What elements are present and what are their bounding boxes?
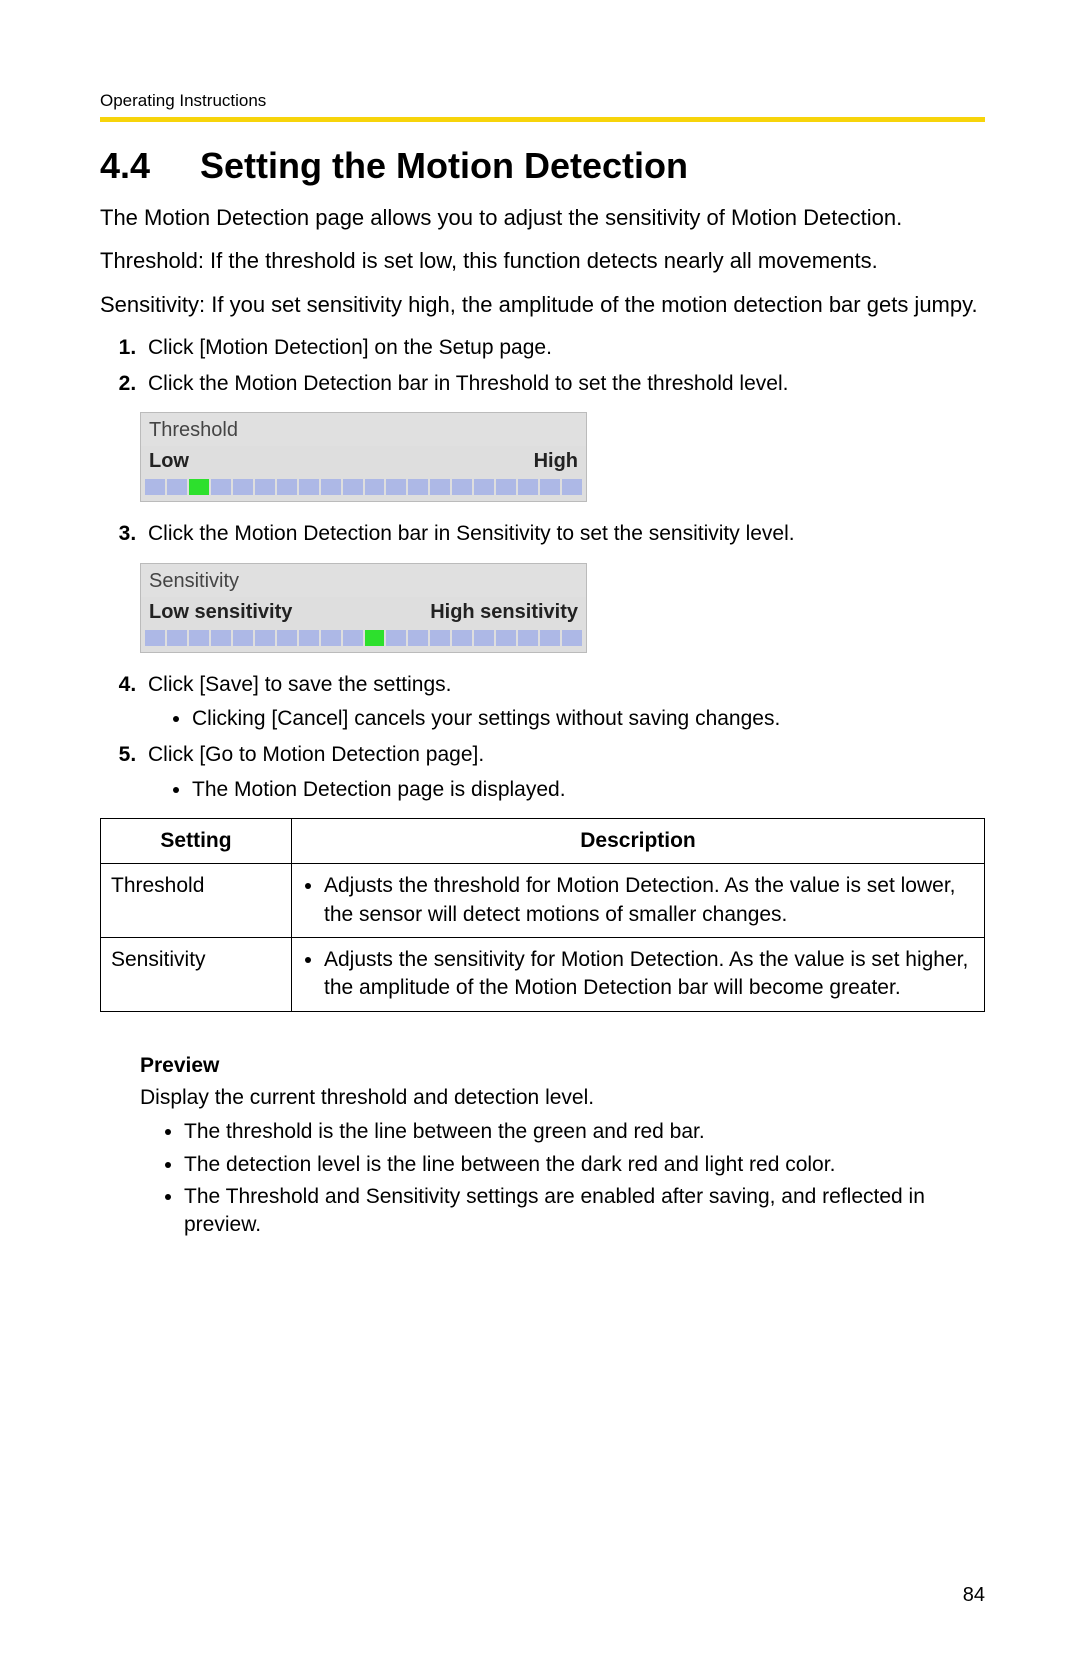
cell-setting-0: Threshold xyxy=(101,864,292,938)
cell-setting-1: Sensitivity xyxy=(101,938,292,1012)
bar-segment[interactable] xyxy=(408,479,428,495)
bar-segment[interactable] xyxy=(496,479,516,495)
bar-segment[interactable] xyxy=(496,630,516,646)
th-description: Description xyxy=(292,819,985,864)
sensitivity-high-label: High sensitivity xyxy=(430,599,578,626)
section-heading: 4.4 Setting the Motion Detection xyxy=(100,142,985,191)
steps-list: Click [Motion Detection] on the Setup pa… xyxy=(100,334,985,399)
running-header: Operating Instructions xyxy=(100,90,985,113)
bar-segment[interactable] xyxy=(452,479,472,495)
bar-segment[interactable] xyxy=(343,630,363,646)
preview-heading: Preview xyxy=(140,1052,985,1080)
step-4: Click [Save] to save the settings. Click… xyxy=(142,671,985,734)
header-rule xyxy=(100,117,985,122)
bar-segment[interactable] xyxy=(540,479,560,495)
bar-segment[interactable] xyxy=(211,479,231,495)
bar-segment[interactable] xyxy=(321,479,341,495)
step-2: Click the Motion Detection bar in Thresh… xyxy=(142,370,985,398)
step-4-text: Click [Save] to save the settings. xyxy=(148,673,451,696)
cell-desc-1-text: Adjusts the sensitivity for Motion Detec… xyxy=(324,946,974,1003)
bar-segment[interactable] xyxy=(167,630,187,646)
intro-line-2: Threshold: If the threshold is set low, … xyxy=(100,246,985,276)
bar-segment[interactable] xyxy=(167,479,187,495)
cell-desc-0: Adjusts the threshold for Motion Detecti… xyxy=(292,864,985,938)
bar-segment[interactable] xyxy=(277,479,297,495)
th-setting: Setting xyxy=(101,819,292,864)
step-5: Click [Go to Motion Detection page]. The… xyxy=(142,741,985,804)
bar-segment[interactable] xyxy=(343,479,363,495)
step-4-sublist: Clicking [Cancel] cancels your settings … xyxy=(148,705,985,733)
step-5-sub: The Motion Detection page is displayed. xyxy=(192,776,985,804)
table-row: Threshold Adjusts the threshold for Moti… xyxy=(101,864,985,938)
steps-list-cont-3: Click the Motion Detection bar in Sensit… xyxy=(100,520,985,548)
bar-segment[interactable] xyxy=(233,479,253,495)
bar-segment[interactable] xyxy=(299,630,319,646)
bar-segment[interactable] xyxy=(255,630,275,646)
cell-desc-0-text: Adjusts the threshold for Motion Detecti… xyxy=(324,872,974,929)
bar-segment[interactable] xyxy=(145,479,165,495)
bar-segment[interactable] xyxy=(562,479,582,495)
bar-segment[interactable] xyxy=(430,479,450,495)
bar-segment[interactable] xyxy=(299,479,319,495)
bar-segment[interactable] xyxy=(365,630,385,646)
step-5-text: Click [Go to Motion Detection page]. xyxy=(148,743,484,766)
step-1: Click [Motion Detection] on the Setup pa… xyxy=(142,334,985,362)
bar-segment[interactable] xyxy=(540,630,560,646)
bar-segment[interactable] xyxy=(321,630,341,646)
sensitivity-bar[interactable] xyxy=(141,630,586,652)
bar-segment[interactable] xyxy=(211,630,231,646)
document-page: Operating Instructions 4.4 Setting the M… xyxy=(0,0,1080,1669)
cell-desc-1: Adjusts the sensitivity for Motion Detec… xyxy=(292,938,985,1012)
bar-segment[interactable] xyxy=(189,630,209,646)
bar-segment[interactable] xyxy=(233,630,253,646)
bar-segment[interactable] xyxy=(518,479,538,495)
table-row: Sensitivity Adjusts the sensitivity for … xyxy=(101,938,985,1012)
sensitivity-widget-title: Sensitivity xyxy=(141,564,586,597)
settings-table: Setting Description Threshold Adjusts th… xyxy=(100,818,985,1012)
sensitivity-widget: Sensitivity Low sensitivity High sensiti… xyxy=(140,563,587,653)
bar-segment[interactable] xyxy=(255,479,275,495)
bar-segment[interactable] xyxy=(430,630,450,646)
bar-segment[interactable] xyxy=(277,630,297,646)
section-number: 4.4 xyxy=(100,142,190,191)
threshold-widget-title: Threshold xyxy=(141,413,586,446)
step-3: Click the Motion Detection bar in Sensit… xyxy=(142,520,985,548)
bar-segment[interactable] xyxy=(386,630,406,646)
bar-segment[interactable] xyxy=(562,630,582,646)
bar-segment[interactable] xyxy=(452,630,472,646)
bar-segment[interactable] xyxy=(189,479,209,495)
preview-bullets: The threshold is the line between the gr… xyxy=(140,1118,985,1239)
step-5-sublist: The Motion Detection page is displayed. xyxy=(148,776,985,804)
step-2-text: Click the Motion Detection bar in Thresh… xyxy=(148,372,788,395)
preview-bullet-0: The threshold is the line between the gr… xyxy=(184,1118,985,1146)
steps-list-cont-4: Click [Save] to save the settings. Click… xyxy=(100,671,985,804)
bar-segment[interactable] xyxy=(365,479,385,495)
section-title-text: Setting the Motion Detection xyxy=(200,145,688,186)
bar-segment[interactable] xyxy=(474,630,494,646)
bar-segment[interactable] xyxy=(386,479,406,495)
sensitivity-widget-labels: Low sensitivity High sensitivity xyxy=(141,597,586,630)
sensitivity-low-label: Low sensitivity xyxy=(149,599,292,626)
threshold-bar[interactable] xyxy=(141,479,586,501)
bar-segment[interactable] xyxy=(145,630,165,646)
bar-segment[interactable] xyxy=(474,479,494,495)
threshold-widget: Threshold Low High xyxy=(140,412,587,502)
threshold-low-label: Low xyxy=(149,448,189,475)
bar-segment[interactable] xyxy=(408,630,428,646)
bar-segment[interactable] xyxy=(518,630,538,646)
preview-bullet-2: The Threshold and Sensitivity settings a… xyxy=(184,1183,985,1240)
preview-text: Display the current threshold and detect… xyxy=(140,1084,985,1112)
threshold-widget-labels: Low High xyxy=(141,446,586,479)
intro-line-3: Sensitivity: If you set sensitivity high… xyxy=(100,290,985,320)
step-4-sub: Clicking [Cancel] cancels your settings … xyxy=(192,705,985,733)
preview-bullet-1: The detection level is the line between … xyxy=(184,1151,985,1179)
threshold-high-label: High xyxy=(534,448,578,475)
intro-line-1: The Motion Detection page allows you to … xyxy=(100,203,985,233)
page-number: 84 xyxy=(963,1582,985,1609)
